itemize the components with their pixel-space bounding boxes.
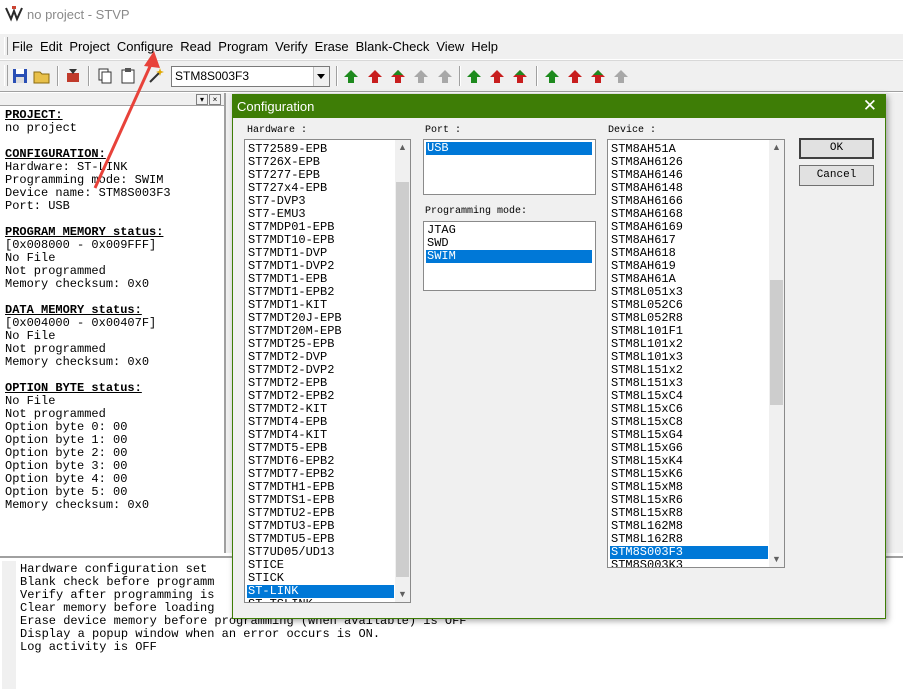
device-select-value: STM8S003F3 (175, 69, 250, 83)
ok-button[interactable]: OK (799, 138, 874, 159)
hardware-item[interactable]: ST-TSLINK (247, 598, 394, 603)
program-chip-icon[interactable] (366, 67, 384, 85)
project-info-text: PROJECT: no project CONFIGURATION: Hardwar… (5, 109, 171, 512)
menu-program[interactable]: Program (218, 39, 268, 54)
menu-blank-check[interactable]: Blank-Check (356, 39, 430, 54)
menu-project[interactable]: Project (69, 39, 109, 54)
save-icon[interactable] (11, 67, 29, 85)
menu-bar: File Edit Project Configure Read Program Verif… (0, 33, 903, 59)
hardware-label: Hardware : (247, 125, 308, 136)
programming-mode-list[interactable]: JTAG SWD SWIM (423, 221, 596, 291)
clipboard-icon[interactable] (119, 67, 137, 85)
program-data-icon[interactable] (488, 67, 506, 85)
read-chip-icon[interactable] (342, 67, 360, 85)
dialog-title-bar: Configuration ✕ (233, 95, 885, 118)
copy-icon[interactable] (96, 67, 114, 85)
verify-option-icon[interactable] (589, 67, 607, 85)
read-option-icon[interactable] (543, 67, 561, 85)
port-list[interactable]: USB (423, 139, 596, 195)
menu-configure[interactable]: Configure (117, 39, 173, 54)
menu-erase[interactable]: Erase (315, 39, 349, 54)
menu-grip (4, 37, 8, 55)
configuration-dialog: Configuration ✕ Hardware : ST72589-EPB ST… (232, 94, 886, 619)
verify-data-icon[interactable] (511, 67, 529, 85)
scroll-up-icon[interactable]: ▲ (769, 140, 784, 155)
program-option-icon[interactable] (566, 67, 584, 85)
toolbar (0, 60, 903, 92)
open-folder-icon[interactable] (33, 67, 51, 85)
info-line: Memory checksum: 0x0 (5, 498, 150, 512)
menu-view[interactable]: View (436, 39, 464, 54)
log-line: Log activity is OFF (20, 640, 157, 654)
close-icon[interactable]: ✕ (863, 97, 877, 115)
device-label: Device : (608, 125, 657, 136)
wand-icon[interactable] (147, 67, 165, 85)
info-line: no project (5, 121, 78, 135)
port-item[interactable]: USB (426, 142, 592, 155)
dialog-title: Configuration (237, 99, 315, 114)
toolbar-separator (336, 66, 338, 86)
scroll-thumb[interactable] (770, 280, 783, 405)
info-line: Memory checksum: 0x0 (5, 355, 150, 369)
mode-item[interactable]: JTAG (426, 224, 592, 237)
verify-chip-icon[interactable] (389, 67, 407, 85)
panel-close-icon[interactable]: × (209, 94, 221, 105)
toolbar-separator (459, 66, 461, 86)
info-line: Memory checksum: 0x0 (5, 277, 150, 291)
device-scrollbar[interactable]: ▲ ▼ (769, 140, 784, 567)
scroll-up-icon[interactable]: ▲ (395, 140, 410, 155)
erase-chip-icon (414, 70, 428, 83)
toolbar-grip (4, 65, 8, 86)
port-label: Port : (425, 125, 462, 136)
menu-read[interactable]: Read (180, 39, 211, 54)
panel-header: ▾ × (0, 93, 224, 106)
load-icon[interactable] (64, 67, 82, 85)
mode-item[interactable]: SWIM (426, 250, 592, 263)
toolbar-separator (88, 66, 90, 86)
scroll-down-icon[interactable]: ▼ (395, 587, 410, 602)
panel-minimize-icon[interactable]: ▾ (196, 94, 208, 105)
read-data-icon[interactable] (465, 67, 483, 85)
log-scrollbar[interactable] (2, 561, 16, 689)
device-item[interactable]: STM8S003K3 (610, 559, 768, 568)
title-bar: no project - STVP (0, 0, 903, 30)
info-line: Port: USB (5, 199, 70, 213)
menu-items: File Edit Project Configure Read Program Verif… (12, 39, 498, 54)
toolbar-separator (536, 66, 538, 86)
device-list[interactable]: STM8AH51A STM8AH6126 STM8AH6146 STM8AH6148 S… (607, 139, 785, 568)
cancel-button[interactable]: Cancel (799, 165, 874, 186)
hardware-scrollbar[interactable]: ▲ ▼ (395, 140, 410, 602)
toolbar-separator (57, 66, 59, 86)
blank-check-icon (438, 70, 452, 83)
hardware-list[interactable]: ST72589-EPB ST726X-EPB ST7277-EPB ST727x4-E… (244, 139, 411, 603)
project-info-panel: ▾ × PROJECT: no project CONFIGURATION: Har… (0, 93, 226, 553)
scroll-thumb[interactable] (396, 182, 409, 577)
menu-edit[interactable]: Edit (40, 39, 62, 54)
window-title: no project - STVP (27, 7, 130, 22)
menu-verify[interactable]: Verify (275, 39, 308, 54)
stvp-app-icon (5, 6, 23, 22)
menu-help[interactable]: Help (471, 39, 498, 54)
device-select[interactable]: STM8S003F3 (171, 66, 330, 87)
scroll-down-icon[interactable]: ▼ (769, 552, 784, 567)
programming-mode-label: Programming mode: (425, 206, 528, 217)
blank-option-icon (614, 70, 628, 83)
menu-file[interactable]: File (12, 39, 33, 54)
chevron-down-icon[interactable] (313, 67, 329, 86)
